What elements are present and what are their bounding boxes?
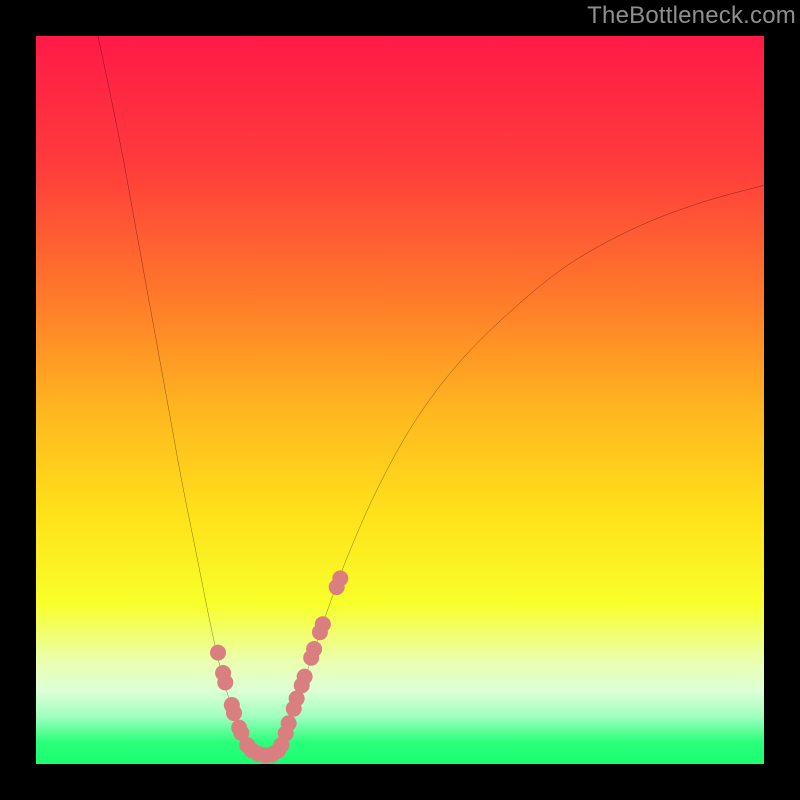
- gradient-background: [36, 36, 764, 764]
- data-marker: [315, 616, 331, 632]
- data-marker: [217, 674, 233, 690]
- data-marker: [226, 705, 242, 721]
- data-marker: [281, 715, 297, 731]
- plot-area: [36, 36, 764, 764]
- watermark-text: TheBottleneck.com: [587, 2, 796, 30]
- data-marker: [210, 645, 226, 661]
- data-marker: [306, 641, 322, 657]
- data-marker: [332, 570, 348, 586]
- figure-frame: TheBottleneck.com: [0, 0, 800, 800]
- data-marker: [297, 669, 313, 685]
